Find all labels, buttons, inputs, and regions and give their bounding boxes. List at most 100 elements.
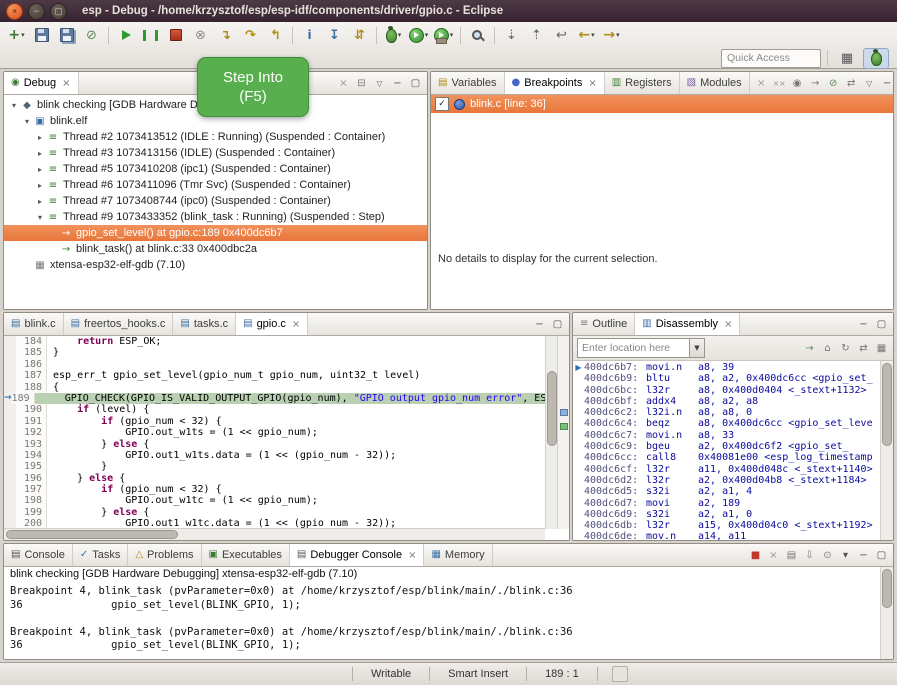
disconnect-button[interactable]: ⊗ bbox=[188, 24, 213, 46]
code-text[interactable]: esp_err_t gpio_set_level(gpio_num_t gpio… bbox=[47, 370, 545, 381]
resume-button[interactable] bbox=[113, 24, 138, 46]
code-text[interactable]: { bbox=[47, 382, 545, 393]
debug-tree-item[interactable]: ▸≡Thread #2 1073413512 (IDLE : Running) … bbox=[4, 129, 427, 145]
breakpoint-row[interactable]: ✓blink.c [line: 36] bbox=[431, 95, 893, 113]
breakpoint-gutter[interactable] bbox=[4, 461, 16, 472]
disassembly-line[interactable]: 400dc6db:l32ra15, 0x400d04c0 <_stext+119… bbox=[573, 520, 881, 531]
twistie-icon[interactable]: ▸ bbox=[34, 181, 46, 190]
collapse-all-button[interactable]: ⊟ bbox=[354, 76, 369, 91]
close-tab-icon[interactable]: × bbox=[62, 78, 70, 89]
editor-tab-gpio-c[interactable]: ▤gpio.c× bbox=[236, 313, 308, 335]
debug-perspective-button[interactable] bbox=[863, 48, 889, 69]
code-text[interactable] bbox=[47, 359, 545, 370]
disassembly-line[interactable]: 400dc6d7:movia2, 189 bbox=[573, 498, 881, 509]
editor-body[interactable]: 184 return ESP_OK;185}186 187esp_err_t g… bbox=[4, 336, 569, 540]
breakpoint-gutter[interactable] bbox=[4, 507, 16, 518]
breakpoint-gutter[interactable] bbox=[4, 359, 16, 370]
show-source-button[interactable]: → bbox=[802, 341, 817, 356]
scroll-lock-button[interactable]: ⇩ bbox=[802, 548, 817, 563]
instruction-stepping-button[interactable]: i bbox=[297, 24, 322, 46]
minimize-button[interactable]: − bbox=[532, 317, 547, 332]
window-maximize-button[interactable]: ▢ bbox=[50, 3, 67, 20]
disassembly-line[interactable]: 400dc6d2:l32ra2, 0x400d04b8 <_stext+1184… bbox=[573, 475, 881, 486]
debug-tree-item[interactable]: →gpio_set_level() at gpio.c:189 0x400dc6… bbox=[4, 225, 427, 241]
quick-access-input[interactable]: Quick Access bbox=[721, 49, 821, 68]
breakpoint-gutter[interactable] bbox=[4, 495, 16, 506]
code-text[interactable]: } else { bbox=[47, 439, 545, 450]
right-tab-registers[interactable]: ▥Registers bbox=[605, 72, 680, 94]
previous-annotation-button[interactable]: ⇡ bbox=[524, 24, 549, 46]
disasm-tab-outline[interactable]: ≡Outline bbox=[573, 313, 635, 335]
twistie-icon[interactable]: ▸ bbox=[34, 133, 46, 142]
breakpoint-gutter[interactable] bbox=[4, 439, 16, 450]
right-tab-variables[interactable]: ▤Variables bbox=[431, 72, 505, 94]
remove-selected-button[interactable]: × bbox=[754, 76, 769, 91]
location-input[interactable]: Enter location here bbox=[578, 342, 689, 354]
breakpoint-gutter[interactable] bbox=[4, 382, 16, 393]
minimize-button[interactable]: − bbox=[390, 76, 405, 91]
window-minimize-button[interactable]: − bbox=[28, 3, 45, 20]
maximize-button[interactable]: ▢ bbox=[550, 317, 565, 332]
view-menu-button[interactable]: ▽ bbox=[372, 76, 387, 91]
console-tab-memory[interactable]: ▦Memory bbox=[424, 544, 492, 566]
disassembly-line[interactable]: 400dc6de:mov.na14, a11 bbox=[573, 531, 881, 540]
home-button[interactable]: ⌂ bbox=[820, 341, 835, 356]
suspend-button[interactable] bbox=[138, 24, 163, 46]
disassembly-line[interactable]: 400dc6c7:movi.na8, 33 bbox=[573, 430, 881, 441]
minimize-button[interactable]: − bbox=[856, 548, 871, 563]
console-scrollbar[interactable] bbox=[880, 567, 893, 659]
code-text[interactable]: GPIO_CHECK(GPIO_IS_VALID_OUTPUT_GPIO(gpi… bbox=[35, 393, 545, 404]
settings-button[interactable]: ▦ bbox=[874, 341, 889, 356]
step-into-button[interactable]: ↴ bbox=[213, 24, 238, 46]
step-over-button[interactable]: ↷ bbox=[238, 24, 263, 46]
minimize-button[interactable]: − bbox=[880, 76, 894, 91]
console-tab-debugger-console[interactable]: ▤Debugger Console× bbox=[290, 544, 425, 566]
debug-tree-item[interactable]: ▸≡Thread #3 1073413156 (IDLE) (Suspended… bbox=[4, 145, 427, 161]
run-button[interactable]: ▾ bbox=[406, 24, 431, 46]
disassembly-scroll-thumb[interactable] bbox=[882, 363, 892, 446]
clear-button[interactable]: ▤ bbox=[784, 548, 799, 563]
close-tab-icon[interactable]: × bbox=[408, 550, 416, 561]
breakpoint-gutter[interactable]: → bbox=[4, 393, 12, 404]
view-menu-button[interactable]: ▽ bbox=[862, 76, 877, 91]
disassembly-line[interactable]: ▶400dc6b7:movi.na8, 39 bbox=[573, 362, 881, 373]
code-text[interactable]: } else { bbox=[47, 507, 545, 518]
remove-all-button[interactable]: ×× bbox=[772, 76, 787, 91]
right-tab-breakpoints[interactable]: ●Breakpoints× bbox=[505, 72, 605, 94]
go-to-file-button[interactable]: → bbox=[808, 76, 823, 91]
remove-launch-button[interactable]: × bbox=[766, 548, 781, 563]
breakpoint-gutter[interactable] bbox=[4, 450, 16, 461]
disassembly-scrollbar[interactable] bbox=[880, 361, 893, 540]
disassembly-line[interactable]: 400dc6bc:l32ra8, 0x400d0404 <_stext+1132… bbox=[573, 385, 881, 396]
console-tab-console[interactable]: ▤Console bbox=[4, 544, 73, 566]
breakpoint-gutter[interactable] bbox=[4, 427, 16, 438]
console-tab-tasks[interactable]: ✓Tasks bbox=[73, 544, 129, 566]
editor-horizontal-scrollbar[interactable] bbox=[4, 528, 545, 540]
forward-button[interactable]: →▾ bbox=[599, 24, 624, 46]
window-close-button[interactable]: × bbox=[6, 3, 23, 20]
code-text[interactable]: } bbox=[47, 347, 545, 358]
twistie-icon[interactable]: ▸ bbox=[34, 149, 46, 158]
pin-button[interactable]: ⊙ bbox=[820, 548, 835, 563]
debug-tree-item[interactable]: ▸≡Thread #7 1073408744 (ipc0) (Suspended… bbox=[4, 193, 427, 209]
twistie-icon[interactable]: ▾ bbox=[34, 213, 46, 222]
breakpoint-gutter[interactable] bbox=[4, 404, 16, 415]
overview-current-line-marker[interactable] bbox=[560, 423, 568, 430]
disassembly-line[interactable]: 400dc6bf:addx4a8, a2, a8 bbox=[573, 396, 881, 407]
editor-overview-ruler[interactable] bbox=[557, 336, 569, 529]
breakpoint-gutter[interactable] bbox=[4, 336, 16, 347]
step-return-button[interactable]: ↰ bbox=[263, 24, 288, 46]
skip-all-breakpoints-button[interactable]: ⊘ bbox=[826, 76, 841, 91]
editor-vscroll-thumb[interactable] bbox=[547, 371, 557, 446]
last-edit-location-button[interactable]: ↩ bbox=[549, 24, 574, 46]
debug-tree-item[interactable]: ▦xtensa-esp32-elf-gdb (7.10) bbox=[4, 257, 427, 273]
code-text[interactable]: if (level) { bbox=[47, 404, 545, 415]
save-button[interactable] bbox=[29, 24, 54, 46]
search-button[interactable] bbox=[465, 24, 490, 46]
terminate-button[interactable]: ■ bbox=[748, 548, 763, 563]
minimize-button[interactable]: − bbox=[856, 317, 871, 332]
maximize-button[interactable]: ▢ bbox=[408, 76, 423, 91]
link-with-debug-view-button[interactable]: ⇄ bbox=[844, 76, 859, 91]
next-annotation-button[interactable]: ⇣ bbox=[499, 24, 524, 46]
remove-all-terminated-button[interactable]: × bbox=[336, 76, 351, 91]
